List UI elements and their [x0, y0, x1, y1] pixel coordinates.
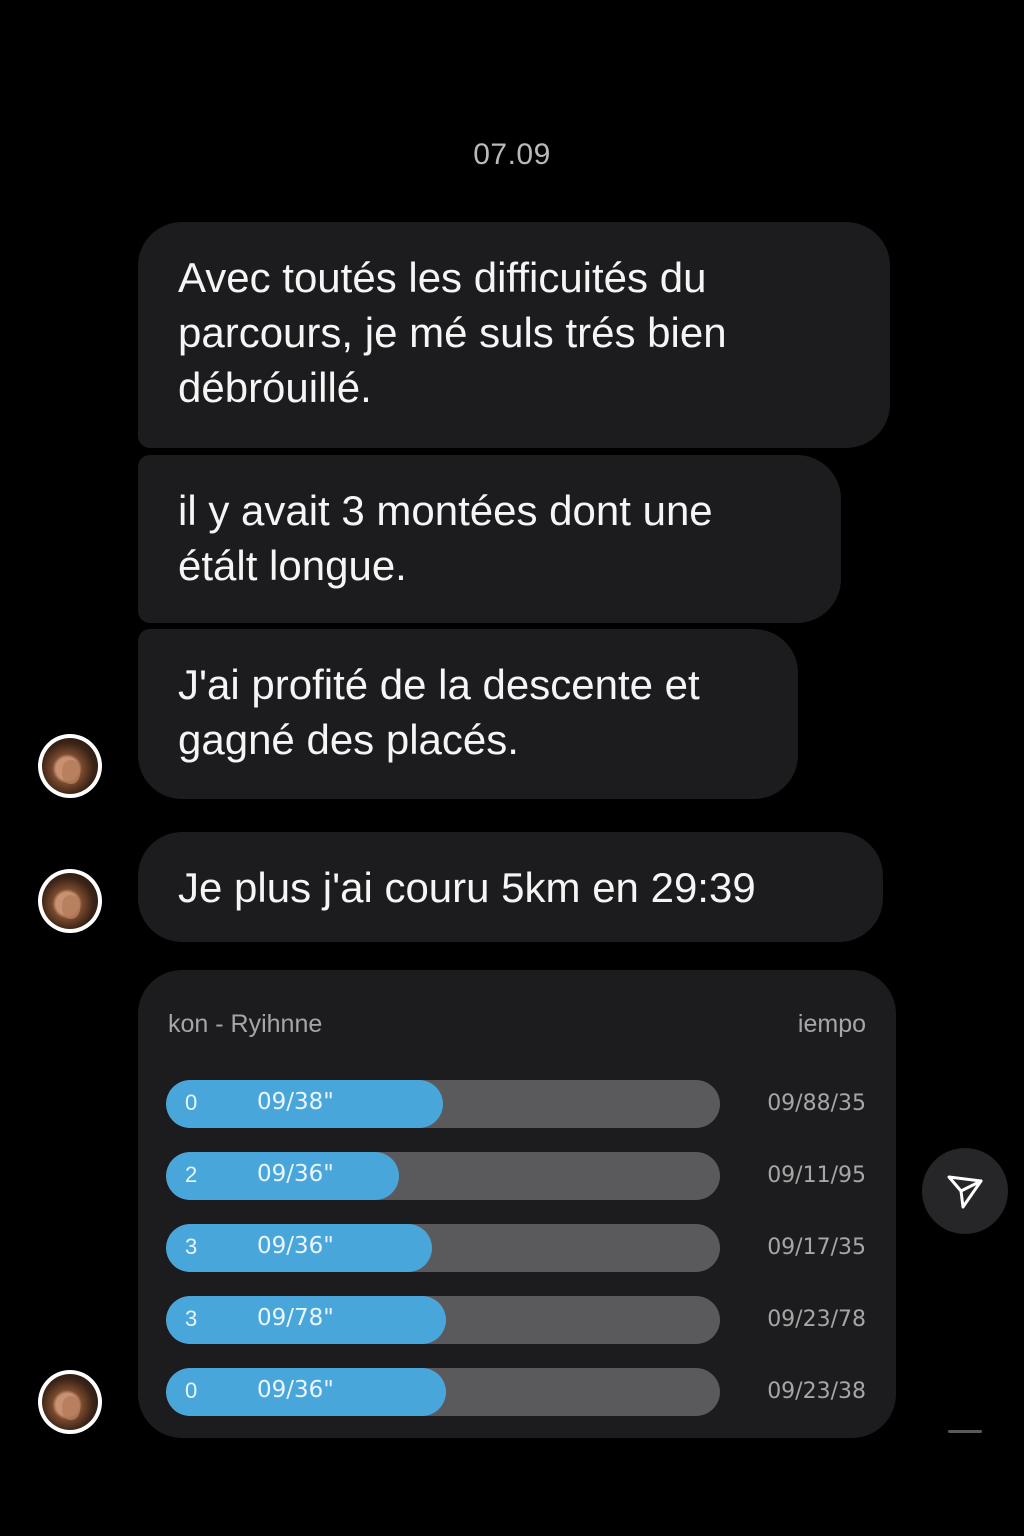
avatar-photo — [42, 873, 98, 929]
split-time: 09/11/95 — [767, 1163, 866, 1188]
split-number: 0 — [185, 1090, 198, 1115]
message-bubble[interactable]: Je plus j'ai couru 5km en 29:39 — [138, 832, 883, 942]
home-indicator — [948, 1430, 982, 1433]
avatar[interactable] — [38, 734, 102, 798]
split-time: 09/88/35 — [767, 1091, 866, 1116]
avatar-photo — [42, 1374, 98, 1430]
split-row: 3 09/36" 09/17/35 — [166, 1224, 866, 1272]
split-row: 2 09/36" 09/11/95 — [166, 1152, 866, 1200]
avatar[interactable] — [38, 1370, 102, 1434]
message-text: Avec toutés les difficuités du parcours,… — [178, 254, 727, 411]
split-value: 09/36" — [257, 1161, 334, 1187]
send-button[interactable] — [922, 1148, 1008, 1234]
message-bubble[interactable]: il y avait 3 montées dont une étált long… — [138, 455, 841, 623]
split-number: 3 — [185, 1234, 198, 1259]
card-header-right: iempo — [797, 1010, 866, 1038]
split-track — [166, 1152, 720, 1200]
split-track — [166, 1296, 720, 1344]
split-number: 0 — [185, 1378, 198, 1403]
message-text: il y avait 3 montées dont une étált long… — [178, 487, 713, 589]
message-bubble[interactable]: J'ai profité de la descente et gagné des… — [138, 629, 798, 799]
split-number: 2 — [185, 1162, 198, 1187]
avatar-photo — [42, 738, 98, 794]
message-text: J'ai profité de la descente et gagné des… — [178, 661, 700, 763]
split-track — [166, 1224, 720, 1272]
split-row: 3 09/78" 09/23/78 — [166, 1296, 866, 1344]
split-row: 0 09/36" 09/23/38 — [166, 1368, 866, 1416]
date-separator: 07.09 — [473, 138, 551, 171]
split-track — [166, 1368, 720, 1416]
avatar[interactable] — [38, 869, 102, 933]
send-icon — [947, 1175, 983, 1209]
split-track — [166, 1080, 720, 1128]
split-value: 09/36" — [257, 1233, 334, 1259]
card-header-left: kon - Ryihnne — [168, 1010, 323, 1038]
split-value: 09/38" — [257, 1089, 334, 1115]
split-value: 09/36" — [257, 1377, 334, 1403]
split-row: 0 09/38" 09/88/35 — [166, 1080, 866, 1128]
run-splits-card[interactable]: kon - Ryihnne iempo 0 09/38" 09/88/35 2 … — [138, 970, 896, 1438]
message-text: Je plus j'ai couru 5km en 29:39 — [178, 864, 756, 911]
split-time: 09/23/78 — [767, 1307, 866, 1332]
split-number: 3 — [185, 1306, 198, 1331]
split-value: 09/78" — [257, 1305, 334, 1331]
split-time: 09/23/38 — [767, 1379, 866, 1404]
message-bubble[interactable]: Avec toutés les difficuités du parcours,… — [138, 222, 890, 448]
split-time: 09/17/35 — [767, 1235, 866, 1260]
